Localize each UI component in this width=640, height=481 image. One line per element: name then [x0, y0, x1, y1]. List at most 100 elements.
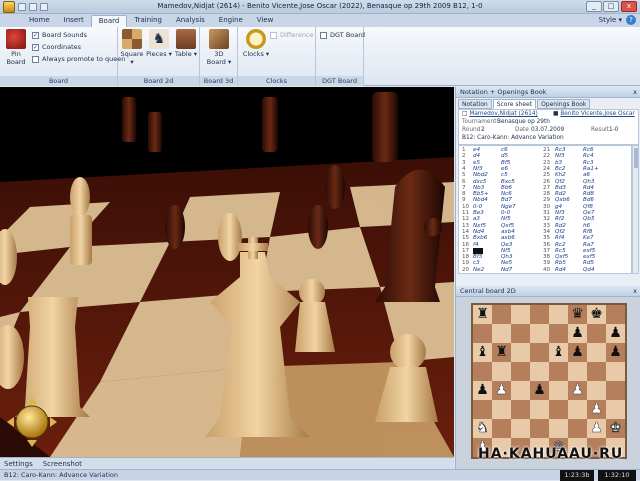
board-square[interactable]: ♚ [587, 305, 606, 324]
board-square[interactable]: ♟ [530, 381, 549, 400]
board-sounds-checkbox[interactable]: ✓ Board Sounds [32, 31, 87, 39]
board-square[interactable]: ♜ [473, 305, 492, 324]
close-panel-icon[interactable]: x [633, 87, 637, 98]
tab-notation[interactable]: Notation [458, 99, 492, 109]
board-square[interactable] [492, 362, 511, 381]
close-button[interactable]: x [621, 1, 637, 12]
tournament-value[interactable]: Benasque op 29th [497, 119, 550, 125]
help-icon[interactable]: ? [626, 15, 636, 25]
board-square[interactable] [492, 324, 511, 343]
redo-icon[interactable] [40, 3, 48, 11]
board-square[interactable] [511, 419, 530, 438]
undo-icon[interactable] [29, 3, 37, 11]
white-move[interactable]: Rd4 [555, 267, 566, 273]
coordinates-checkbox[interactable]: ✓ Coordinates [32, 43, 81, 51]
pieces-button[interactable]: ♞ Pieces ▾ [145, 29, 173, 58]
board-square[interactable] [606, 381, 625, 400]
board-square[interactable] [473, 324, 492, 343]
board-square[interactable] [549, 381, 568, 400]
tab-openings-book[interactable]: Openings Book [537, 99, 591, 109]
always-promote-checkbox[interactable]: Always promote to queen [32, 55, 125, 63]
black-bishop-icon[interactable]: ♝ [476, 344, 489, 360]
board-square[interactable]: ♟ [568, 324, 587, 343]
tab-score-sheet[interactable]: Score sheet [492, 99, 537, 109]
black-rook-icon[interactable]: ♜ [495, 344, 508, 360]
board-square[interactable] [549, 305, 568, 324]
board-square[interactable] [473, 362, 492, 381]
black-pawn-icon[interactable]: ♟ [571, 344, 584, 360]
square-button[interactable]: Square ▾ [118, 29, 146, 66]
tab-home[interactable]: Home [22, 15, 57, 27]
clocks-button[interactable]: Clocks ▾ [242, 29, 270, 58]
score-sheet[interactable]: 1 e4 c6 21 Rc3 Rc6 2 d4 d5 22 Nf3 Rc4 3 e5 Bf5 23 b3 Rc3 4… [458, 145, 632, 274]
maximize-button[interactable]: □ [603, 1, 619, 12]
result-value[interactable]: 1-0 [609, 127, 618, 133]
board-square[interactable]: ♟ [568, 381, 587, 400]
score-sheet-scrollbar[interactable] [632, 145, 639, 274]
style-menu[interactable]: Style ▾ [599, 16, 622, 24]
board-square[interactable] [549, 419, 568, 438]
board-square[interactable] [530, 362, 549, 381]
black-pawn-icon[interactable]: ♟ [533, 382, 546, 398]
dgt-board-checkbox[interactable]: DGT Board [320, 31, 365, 39]
board-square[interactable]: ♞ [473, 419, 492, 438]
black-player[interactable]: Benito Vicente,Jose Oscar [560, 111, 634, 117]
board-square[interactable] [492, 419, 511, 438]
white-knight-icon[interactable]: ♞ [476, 420, 489, 437]
board-square[interactable] [530, 343, 549, 362]
app-logo-icon[interactable] [3, 1, 15, 13]
board-square[interactable]: ♟ [587, 400, 606, 419]
board-2d[interactable]: ♜ ♛ ♚ ♟ ♟ ♝ ♜ ♝ ♟ ♟ ♟ ♟ ♟ ♟ ♟ ♞ ♟ ♚ ♟ ♛ [471, 303, 627, 459]
board-square[interactable] [549, 324, 568, 343]
board-square[interactable] [530, 419, 549, 438]
board-square[interactable] [587, 362, 606, 381]
board-square[interactable]: ♜ [492, 343, 511, 362]
tab-engine[interactable]: Engine [212, 15, 250, 27]
white-king-icon[interactable]: ♚ [609, 420, 622, 437]
board-square[interactable] [511, 324, 530, 343]
board-square[interactable] [492, 305, 511, 324]
black-king-icon[interactable]: ♚ [590, 306, 603, 322]
white-pawn-icon[interactable]: ♟ [571, 382, 584, 399]
tab-training[interactable]: Training [127, 15, 169, 27]
white-player[interactable]: Mamedov,Nidjat (2614) [469, 111, 537, 117]
board-square[interactable]: ♟ [473, 381, 492, 400]
black-move[interactable]: Nd7 [501, 267, 512, 273]
board-square[interactable] [568, 419, 587, 438]
table-button[interactable]: Table ▾ [172, 29, 200, 58]
board-square[interactable] [530, 305, 549, 324]
board-square[interactable] [587, 324, 606, 343]
board-square[interactable] [549, 400, 568, 419]
black-pawn-icon[interactable]: ♟ [609, 325, 622, 341]
white-pawn-icon[interactable]: ♟ [495, 382, 508, 399]
scrollbar-thumb[interactable] [634, 148, 638, 168]
board-square[interactable]: ♟ [587, 419, 606, 438]
white-move[interactable]: Ne2 [473, 267, 484, 273]
board-square[interactable] [473, 400, 492, 419]
board-3d-view[interactable] [0, 87, 454, 457]
board-square[interactable] [549, 362, 568, 381]
board-square[interactable] [606, 305, 625, 324]
board-square[interactable] [606, 400, 625, 419]
board-square[interactable] [587, 343, 606, 362]
board-square[interactable]: ♟ [492, 381, 511, 400]
black-pawn-icon[interactable]: ♟ [571, 325, 584, 341]
board-square[interactable]: ♟ [606, 324, 625, 343]
board-square[interactable]: ♝ [473, 343, 492, 362]
board-square[interactable] [511, 381, 530, 400]
screenshot-tab[interactable]: Screenshot [43, 460, 82, 468]
board-square[interactable] [606, 362, 625, 381]
black-move[interactable]: Qd4 [583, 267, 595, 273]
board-square[interactable]: ♝ [549, 343, 568, 362]
black-queen-icon[interactable]: ♛ [571, 306, 584, 322]
board-square[interactable]: ♚ [606, 419, 625, 438]
settings-tab[interactable]: Settings [4, 460, 33, 468]
tab-analysis[interactable]: Analysis [169, 15, 212, 27]
board-square[interactable] [511, 400, 530, 419]
save-icon[interactable] [18, 3, 26, 11]
round-value[interactable]: 2 [481, 127, 485, 133]
board-square[interactable]: ♛ [568, 305, 587, 324]
board-square[interactable] [568, 362, 587, 381]
board-square[interactable] [530, 400, 549, 419]
tab-view[interactable]: View [250, 15, 281, 27]
